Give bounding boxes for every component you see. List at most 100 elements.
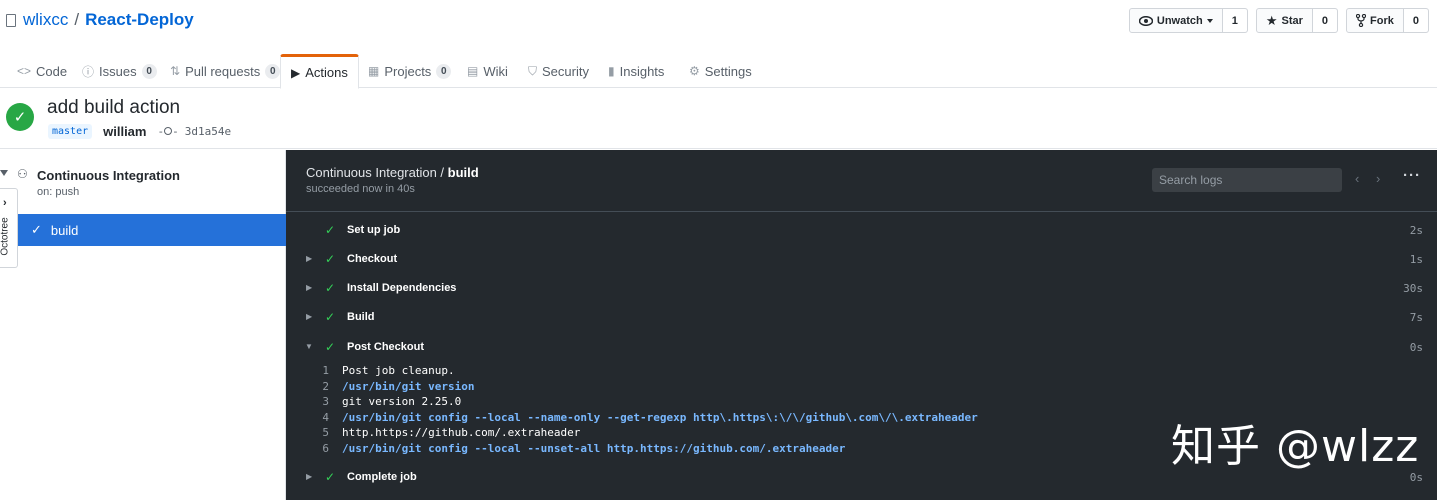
step-build[interactable]: ▶ ✓ Build 7s [286, 302, 1437, 331]
eye-icon [1139, 16, 1153, 26]
chevron-right-icon: ▶ [306, 312, 312, 321]
search-logs-input[interactable] [1152, 168, 1342, 192]
issue-icon: ⓘ [82, 63, 94, 80]
check-icon: ✓ [31, 222, 42, 238]
watermark: 知乎 @wlzz [1171, 410, 1419, 474]
issues-count-badge: 0 [142, 64, 157, 79]
git-commit-icon: -- [157, 125, 178, 138]
job-label: build [51, 223, 78, 238]
tab-settings[interactable]: ⚙ Settings [689, 54, 752, 88]
workflow-name: Continuous Integration [37, 168, 180, 183]
step-checkout[interactable]: ▶ ✓ Checkout 1s [286, 244, 1437, 273]
workflow-item[interactable]: ⚇ Continuous Integration on: push [0, 150, 286, 214]
chevron-right-icon: ▶ [306, 254, 312, 263]
tab-label: Pull requests [185, 64, 260, 79]
tab-issues[interactable]: ⓘ Issues 0 [82, 54, 157, 88]
chevron-left-icon[interactable]: ‹ [1355, 171, 1359, 186]
more-options-icon[interactable]: ··· [1403, 167, 1421, 184]
repo-owner-link[interactable]: wlixcc [23, 10, 68, 30]
step-name: Complete job [347, 471, 417, 483]
watch-counter: Unwatch 1 [1129, 8, 1248, 33]
workflow-trigger: on: push [37, 186, 79, 198]
commit-meta: master william -- 3d1a54e [48, 124, 231, 139]
unwatch-button[interactable]: Unwatch [1130, 9, 1223, 32]
chevron-right-icon[interactable]: › [1376, 171, 1380, 186]
check-icon: ✓ [325, 470, 335, 484]
logs-panel: Continuous Integration / build succeeded… [286, 150, 1437, 500]
step-duration: 2s [1410, 224, 1423, 237]
repo-icon [6, 14, 16, 27]
collapse-toggle-icon[interactable] [0, 170, 8, 176]
repo-actions: Unwatch 1 ★ Star 0 Fork 0 [1129, 8, 1429, 33]
repo-title: wlixcc / React-Deploy [6, 10, 194, 30]
workflow-sidebar: ⚇ Continuous Integration on: push ✓ buil… [0, 150, 286, 500]
workflow-icon: ⚇ [17, 167, 28, 181]
watch-count[interactable]: 1 [1223, 9, 1247, 32]
chevron-down-icon [1207, 19, 1213, 23]
star-label: Star [1282, 15, 1303, 27]
tab-wiki[interactable]: ▤ Wiki [467, 54, 508, 88]
gear-icon: ⚙ [689, 64, 700, 78]
step-set-up-job[interactable]: ✓ Set up job 2s [286, 215, 1437, 244]
check-icon: ✓ [325, 340, 335, 354]
step-post-checkout[interactable]: ▼ ✓ Post Checkout 0s [286, 332, 1437, 361]
commit-sha-link[interactable]: -- 3d1a54e [157, 125, 231, 138]
pull-request-icon: ⇅ [170, 64, 180, 78]
step-duration: 0s [1410, 341, 1423, 354]
unwatch-label: Unwatch [1157, 15, 1203, 27]
project-icon: ▦ [368, 64, 379, 78]
step-name: Post Checkout [347, 341, 424, 353]
log-line: 2/usr/bin/git version [286, 380, 1437, 396]
chevron-right-icon: ▶ [306, 472, 312, 481]
logs-header: Continuous Integration / build succeeded… [286, 150, 1437, 212]
check-icon: ✓ [325, 223, 335, 237]
step-install-dependencies[interactable]: ▶ ✓ Install Dependencies 30s [286, 273, 1437, 302]
tab-code[interactable]: <> Code [17, 54, 67, 88]
pull-requests-count-badge: 0 [265, 64, 280, 79]
fork-count[interactable]: 0 [1404, 9, 1428, 32]
star-icon: ★ [1266, 13, 1278, 29]
star-counter: ★ Star 0 [1256, 8, 1338, 33]
check-icon: ✓ [325, 281, 335, 295]
chevron-right-icon: ▶ [306, 283, 312, 292]
commit-sha: 3d1a54e [185, 125, 231, 138]
run-header: ✓ add build action master william -- 3d1… [0, 89, 1437, 149]
commit-author[interactable]: william [103, 124, 146, 139]
step-name: Install Dependencies [347, 282, 456, 294]
success-check-icon: ✓ [6, 103, 34, 131]
projects-count-badge: 0 [436, 64, 451, 79]
log-line: 3git version 2.25.0 [286, 395, 1437, 411]
tab-pull-requests[interactable]: ⇅ Pull requests 0 [170, 54, 280, 88]
tab-label: Security [542, 64, 589, 79]
log-line: 1Post job cleanup. [286, 364, 1437, 380]
run-status: succeeded now in 40s [306, 183, 415, 195]
code-icon: <> [17, 64, 31, 78]
star-button[interactable]: ★ Star [1257, 9, 1313, 32]
tab-label: Actions [305, 65, 348, 80]
chevron-down-icon: ▼ [305, 342, 313, 351]
step-name: Checkout [347, 253, 397, 265]
shield-icon: ⛉ [528, 64, 537, 79]
tab-projects[interactable]: ▦ Projects 0 [368, 54, 451, 88]
fork-counter: Fork 0 [1346, 8, 1429, 33]
repo-separator: / [74, 10, 79, 30]
job-item-build[interactable]: ✓ build [18, 214, 286, 246]
wiki-icon: ▤ [467, 64, 478, 78]
step-name: Build [347, 311, 375, 323]
repo-name-link[interactable]: React-Deploy [85, 10, 194, 30]
repo-header: wlixcc / React-Deploy Unwatch 1 ★ Star 0… [0, 0, 1437, 44]
fork-label: Fork [1370, 15, 1394, 27]
logs-title: Continuous Integration / build [306, 165, 479, 180]
star-count[interactable]: 0 [1313, 9, 1337, 32]
fork-button[interactable]: Fork [1347, 9, 1404, 32]
branch-label[interactable]: master [48, 124, 92, 139]
tab-actions[interactable]: ▶ Actions [280, 54, 359, 89]
repo-tabs: <> Code ⓘ Issues 0 ⇅ Pull requests 0 ▶ A… [0, 54, 1437, 88]
octotree-toggle[interactable]: › Octotree [0, 188, 18, 268]
commit-title: add build action [47, 97, 180, 119]
tab-label: Issues [99, 64, 137, 79]
chevron-right-icon: › [3, 197, 7, 209]
step-duration: 1s [1410, 253, 1423, 266]
tab-security[interactable]: ⛉ Security [528, 54, 589, 88]
tab-insights[interactable]: ▮ Insights [608, 54, 664, 88]
